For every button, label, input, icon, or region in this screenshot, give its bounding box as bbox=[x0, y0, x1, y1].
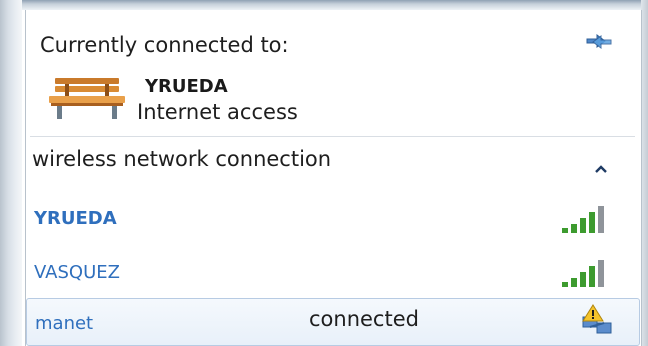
network-popup-panel bbox=[25, 10, 642, 346]
connection-status: Internet access bbox=[137, 100, 298, 124]
window-right-border bbox=[641, 0, 648, 346]
currently-connected-heading: Currently connected to: bbox=[40, 33, 289, 57]
network-connection-status: connected bbox=[309, 307, 419, 331]
network-name: manet bbox=[35, 313, 94, 334]
section-divider bbox=[30, 136, 635, 137]
signal-strength-icon bbox=[562, 260, 604, 287]
network-name: YRUEDA bbox=[34, 208, 117, 229]
window-top-border bbox=[0, 0, 648, 10]
network-name: VASQUEZ bbox=[34, 262, 120, 283]
connected-network-name: YRUEDA bbox=[145, 76, 228, 97]
signal-strength-icon bbox=[562, 206, 604, 233]
wireless-section-title[interactable]: wireless network connection bbox=[32, 147, 331, 171]
network-row-manet[interactable]: manet connected bbox=[26, 298, 640, 346]
network-row-yrueda[interactable]: YRUEDA bbox=[26, 200, 638, 238]
warning-network-icon bbox=[582, 304, 612, 334]
window-left-border bbox=[0, 0, 22, 346]
bench-network-icon bbox=[49, 78, 125, 119]
network-row-vasquez[interactable]: VASQUEZ bbox=[26, 254, 638, 292]
chevron-up-icon[interactable] bbox=[594, 164, 608, 174]
refresh-icon[interactable] bbox=[583, 30, 615, 52]
